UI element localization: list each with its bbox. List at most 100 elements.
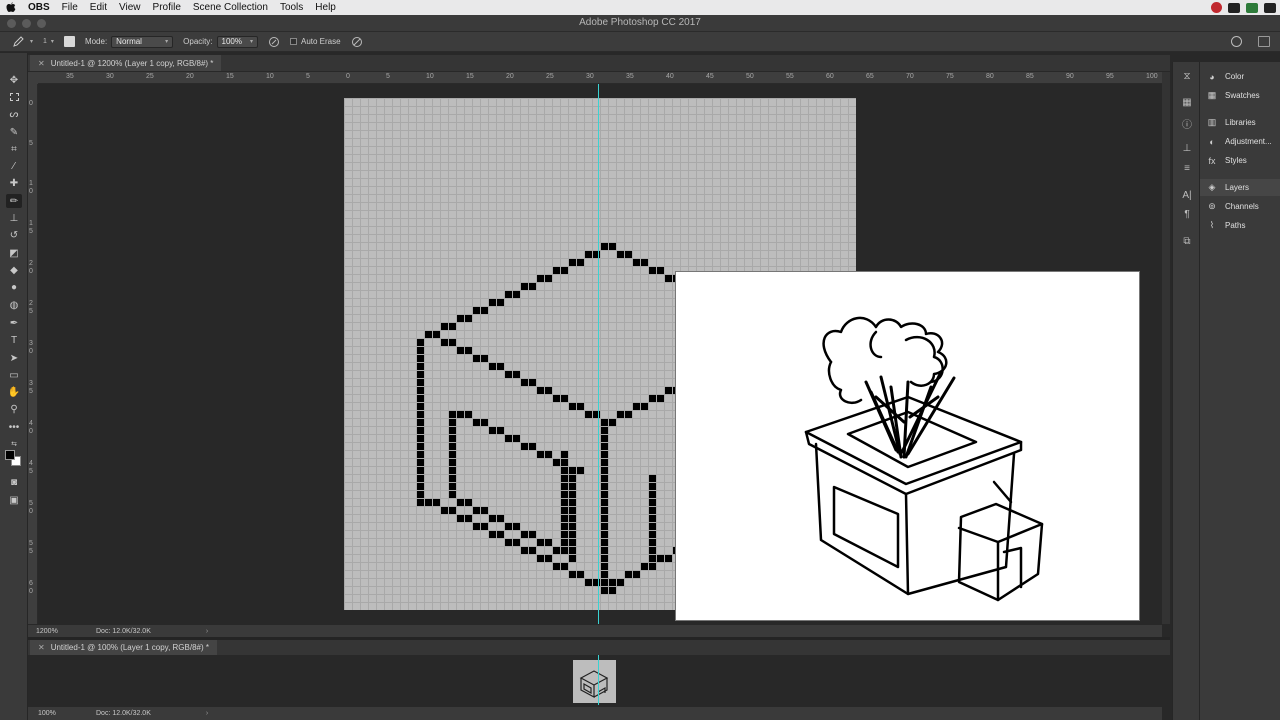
display-icon[interactable] bbox=[1264, 2, 1276, 13]
vertical-scrollbar[interactable] bbox=[1162, 72, 1170, 624]
color-swatches[interactable] bbox=[5, 450, 23, 468]
mode-control: Mode: Normal ▾ bbox=[85, 35, 174, 48]
ruler-origin[interactable] bbox=[28, 72, 38, 84]
healing-brush-tool-icon[interactable]: ✚ bbox=[6, 176, 22, 190]
history-panel-icon[interactable]: ⧖ bbox=[1181, 70, 1193, 82]
menu-scene-collection[interactable]: Scene Collection bbox=[187, 0, 274, 15]
paint-bucket-tool-icon[interactable]: ◆ bbox=[6, 263, 22, 277]
menu-help[interactable]: Help bbox=[309, 0, 342, 15]
document-tab[interactable]: ✕ Untitled-1 @ 1200% (Layer 1 copy, RGB/… bbox=[30, 55, 222, 71]
info-panel-icon[interactable]: ⓘ bbox=[1181, 117, 1193, 131]
ruler-tick-label: 60 bbox=[826, 73, 834, 80]
path-selection-tool-icon[interactable]: ➤ bbox=[6, 351, 22, 365]
eyedropper-tool-icon[interactable]: ⁄ bbox=[6, 159, 22, 173]
hand-tool-icon[interactable]: ✋ bbox=[6, 385, 22, 399]
auto-erase-checkbox[interactable] bbox=[290, 38, 297, 45]
quick-selection-tool-icon[interactable]: ✎ bbox=[6, 125, 22, 139]
blur-tool-icon[interactable]: ● bbox=[6, 280, 22, 294]
menu-view[interactable]: View bbox=[113, 0, 147, 15]
menu-edit[interactable]: Edit bbox=[84, 0, 113, 15]
brush-presets-icon[interactable]: ⊥ bbox=[1181, 142, 1193, 154]
clone-stamp-tool-icon[interactable]: ⊥ bbox=[6, 211, 22, 225]
pixel bbox=[449, 323, 456, 330]
ruler-tick-label: 10 bbox=[426, 73, 434, 80]
document-thumbnail[interactable] bbox=[573, 660, 616, 703]
move-tool-icon[interactable]: ✥ bbox=[6, 73, 22, 87]
pixel bbox=[449, 435, 456, 442]
menu-app-obs[interactable]: OBS bbox=[22, 0, 56, 15]
actions-panel-icon[interactable]: ▦ bbox=[1181, 96, 1193, 108]
edit-toolbar-icon[interactable]: ••• bbox=[6, 420, 22, 434]
pressure-size-toggle[interactable] bbox=[351, 36, 363, 48]
swap-colors-icon[interactable]: ⇆ bbox=[6, 437, 22, 451]
properties-panel-icon[interactable]: ≡ bbox=[1181, 162, 1193, 174]
pixel bbox=[473, 419, 480, 426]
pixel bbox=[425, 331, 432, 338]
pixel bbox=[601, 451, 608, 458]
zoom-tool-icon[interactable]: ⚲ bbox=[6, 402, 22, 416]
workspace-switcher-icon[interactable] bbox=[1258, 36, 1270, 47]
dropbox-icon[interactable] bbox=[1228, 2, 1240, 13]
history-brush-tool-icon[interactable]: ↺ bbox=[6, 228, 22, 242]
panel-styles[interactable]: fx Styles bbox=[1200, 152, 1280, 169]
panel-swatches[interactable]: ▦ Swatches bbox=[1200, 87, 1280, 104]
brush-panel-toggle[interactable] bbox=[63, 36, 75, 47]
marquee-tool-icon[interactable] bbox=[6, 90, 22, 104]
pressure-opacity-toggle[interactable] bbox=[268, 36, 280, 48]
close-tab-icon[interactable]: ✕ bbox=[38, 643, 45, 652]
pixel bbox=[649, 523, 656, 530]
pixel bbox=[649, 475, 656, 482]
brush-size-picker[interactable]: 1 ▾ bbox=[43, 38, 54, 45]
close-tab-icon[interactable]: ✕ bbox=[38, 59, 45, 68]
pixel bbox=[417, 459, 424, 466]
opacity-input[interactable]: 100% ▾ bbox=[216, 35, 258, 48]
panel-paths[interactable]: ⌇ Paths bbox=[1200, 217, 1280, 234]
chevron-right-icon[interactable]: › bbox=[206, 710, 208, 717]
clone-source-icon[interactable]: ⧉ bbox=[1181, 235, 1193, 247]
apple-menu-icon[interactable] bbox=[0, 0, 22, 15]
second-document-canvas[interactable] bbox=[28, 655, 1162, 707]
panel-adjustments[interactable]: ◐ Adjustment... bbox=[1200, 133, 1280, 150]
menu-profile[interactable]: Profile bbox=[147, 0, 187, 15]
second-document-tab[interactable]: ✕ Untitled-1 @ 100% (Layer 1 copy, RGB/8… bbox=[30, 640, 217, 655]
pixel bbox=[521, 531, 528, 538]
chevron-right-icon[interactable]: › bbox=[206, 628, 208, 635]
tool-preset-picker[interactable]: ▾ bbox=[12, 35, 33, 48]
horizontal-ruler[interactable]: 35 30 25 20 15 10 5 0 5 10 15 20 25 30 35 40 45 50 55 60 65 7… bbox=[38, 72, 1162, 84]
zoom-level[interactable]: 1200% bbox=[28, 628, 76, 635]
vertical-ruler[interactable]: 0 5 1 0 1 5 2 0 2 5 3 0 3 5 4 0 4 5 5 0 5 5 6 0 bbox=[28, 84, 38, 624]
eraser-tool-icon[interactable]: ◩ bbox=[6, 246, 22, 260]
dodge-tool-icon[interactable]: ◍ bbox=[6, 298, 22, 312]
second-document-size-info[interactable]: Doc: 12.0K/32.0K bbox=[96, 710, 151, 717]
pen-tool-icon[interactable]: ✒ bbox=[6, 316, 22, 330]
type-tool-icon[interactable]: T bbox=[6, 333, 22, 347]
screen-mode-icon[interactable]: ▣ bbox=[6, 493, 22, 507]
panel-layers[interactable]: ◈ Layers bbox=[1200, 179, 1280, 196]
pixel bbox=[601, 491, 608, 498]
character-panel-icon[interactable]: A| bbox=[1181, 189, 1193, 201]
panel-channels[interactable]: ⊚ Channels bbox=[1200, 198, 1280, 215]
pixel bbox=[609, 587, 616, 594]
document-size-info[interactable]: Doc: 12.0K/32.0K bbox=[96, 628, 151, 635]
vertical-guide[interactable] bbox=[598, 84, 599, 624]
panel-libraries[interactable]: ▥ Libraries bbox=[1200, 114, 1280, 131]
auto-erase-option[interactable]: Auto Erase bbox=[290, 37, 341, 46]
menu-tools[interactable]: Tools bbox=[274, 0, 309, 15]
quick-mask-icon[interactable]: ◙ bbox=[6, 475, 22, 489]
menu-file[interactable]: File bbox=[56, 0, 84, 15]
panel-color[interactable]: ◕ Color bbox=[1200, 68, 1280, 85]
search-icon[interactable] bbox=[1231, 36, 1242, 47]
crop-tool-icon[interactable]: ⌗ bbox=[6, 142, 22, 156]
evernote-icon[interactable] bbox=[1246, 2, 1258, 13]
pencil-tool-icon[interactable]: ✏ bbox=[6, 194, 22, 208]
rectangle-tool-icon[interactable]: ▭ bbox=[6, 368, 22, 382]
lasso-tool-icon[interactable]: ᔕ bbox=[6, 107, 22, 121]
paragraph-panel-icon[interactable]: ¶ bbox=[1181, 208, 1193, 220]
mode-select[interactable]: Normal ▾ bbox=[111, 35, 174, 48]
foreground-color-swatch[interactable] bbox=[5, 450, 15, 460]
pixel bbox=[521, 547, 528, 554]
record-status-icon[interactable] bbox=[1211, 2, 1222, 13]
pixel bbox=[609, 419, 616, 426]
second-zoom-level[interactable]: 100% bbox=[28, 710, 76, 717]
ruler-tick-label: 90 bbox=[1066, 73, 1074, 80]
